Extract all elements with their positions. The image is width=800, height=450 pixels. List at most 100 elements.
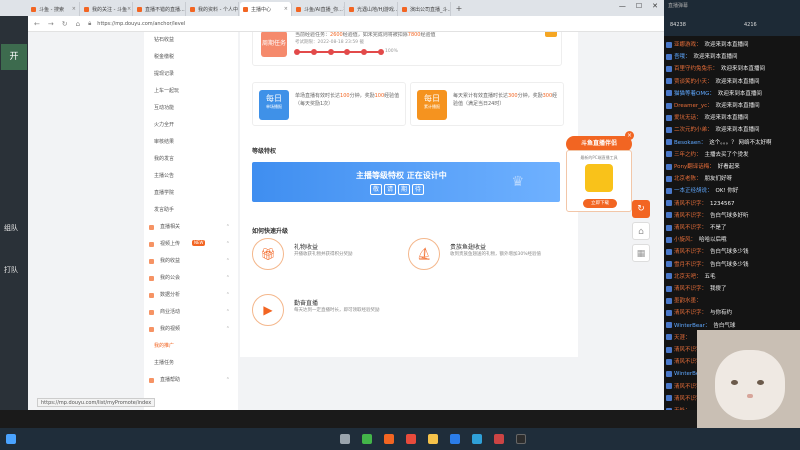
chat-nickname[interactable]: Dreamer_yc： <box>674 103 713 109</box>
sidebar-item[interactable]: 我的收益 ⌃ <box>144 253 238 270</box>
qrcode-icon[interactable]: ▦ <box>632 244 650 262</box>
sidebar-item[interactable]: 发言助手 <box>144 202 238 219</box>
tab-close-icon[interactable]: × <box>185 6 186 12</box>
chat-nickname[interactable]: 吾哦： <box>674 54 691 60</box>
daily-single-desc: 单场直播有效时长达100分钟，奖励100经验值（每天奖励1次） <box>295 93 400 107</box>
home-side-icon[interactable]: ⌂ <box>632 222 650 240</box>
main-panel: 周期任务 当前经验任务：2600经验值，如未完成则将被扣除7800经验值 考试期… <box>240 32 578 357</box>
chat-nickname[interactable]: 小旋风： <box>674 237 696 243</box>
new-tab-icon[interactable]: + <box>452 4 466 13</box>
sidebar-item[interactable]: 直播相关 ⌃ <box>144 219 238 236</box>
live-companion-ad[interactable]: 斗鱼直播伴侣 最新的PC端直播工具 立即下载 × <box>566 131 634 218</box>
chat-nickname[interactable]: 清风不识字： <box>674 286 707 292</box>
chat-message: 清风不识字： 我傻了 <box>666 284 798 294</box>
minimize-icon[interactable]: — <box>619 2 626 10</box>
browser-tab[interactable]: 光遇山地/HJ游戏... × <box>346 2 398 16</box>
sidebar-item[interactable]: 我的推广 <box>144 338 238 355</box>
close-icon[interactable]: ✕ <box>652 2 658 10</box>
browser-tab[interactable]: 我的资料 - 个人中心 × <box>187 2 239 16</box>
browser-tab[interactable]: 直播不错的直播...× <box>134 2 186 16</box>
sidebar-item[interactable]: 火力全开 <box>144 117 238 134</box>
download-button[interactable]: 立即下载 <box>583 199 617 208</box>
close-icon[interactable]: × <box>625 131 634 140</box>
sidebar-item[interactable]: 视频上传 NEW ⌃ <box>144 236 238 253</box>
folder-icon[interactable] <box>428 434 438 444</box>
chat-nickname[interactable]: 北京老陈： <box>674 176 702 182</box>
chat-nickname[interactable]: 清风不识字： <box>674 213 707 219</box>
sidebar-item[interactable]: 主播公告 <box>144 168 238 185</box>
feature-title: 贵族鱼翅收益 <box>450 244 487 251</box>
chat-nickname[interactable]: 爱坑无话： <box>674 115 702 121</box>
browser-tab-bar: 斗鱼 - 搜索×我的关注 - 斗鱼×直播不错的直播...×我的资料 - 个人中心… <box>28 0 664 16</box>
chat-nickname[interactable]: 亚娜游戏： <box>674 42 702 48</box>
taskbar-app-icon[interactable] <box>406 434 416 444</box>
start-icon[interactable] <box>6 434 16 444</box>
chat-text: 五毛 <box>704 273 716 280</box>
sidebar-item[interactable]: 审核结果 <box>144 134 238 151</box>
chat-nickname[interactable]: 天外： <box>674 408 691 410</box>
douyu-icon[interactable] <box>384 434 394 444</box>
chat-nickname[interactable]: Pony翻译话梅： <box>674 164 715 170</box>
sidebar-item[interactable]: 提现记录 <box>144 66 238 83</box>
sidebar-item[interactable]: 上车一起玩 <box>144 83 238 100</box>
taskbar-app-icon[interactable] <box>340 434 350 444</box>
chat-nickname[interactable]: 百里守约兔兔乐： <box>674 66 718 72</box>
progress-dot <box>361 49 368 55</box>
sidebar-item[interactable]: 商业活动 ⌃ <box>144 304 238 321</box>
feedback-icon[interactable]: ↻ <box>632 200 650 218</box>
chat-nickname[interactable]: WinterBear： <box>674 323 710 329</box>
sidebar-item[interactable]: 直播帮助 ⌃ <box>144 372 238 389</box>
ad-body: 最新的PC端直播工具 立即下载 <box>566 150 632 212</box>
tab-close-icon[interactable]: × <box>72 6 76 12</box>
back-icon[interactable]: ← <box>34 20 40 28</box>
maximize-icon[interactable]: ☐ <box>636 2 642 10</box>
tab-close-icon[interactable]: × <box>284 6 288 12</box>
refresh-icon[interactable]: ↻ <box>62 20 68 28</box>
browser-tab[interactable]: 演出公司直播_斗...× <box>399 2 451 16</box>
periodic-task-card: 周期任务 当前经验任务：2600经验值，如未完成则将被扣除7800经验值 考试期… <box>252 32 562 66</box>
sidebar-item[interactable]: 数据分析 ⌃ <box>144 287 238 304</box>
chat-nickname[interactable]: Besokaen： <box>674 140 706 146</box>
taskbar-app-icon[interactable] <box>450 434 460 444</box>
chat-nickname[interactable]: 墨韵水墨： <box>674 298 702 304</box>
taskbar-app-icon[interactable] <box>494 434 504 444</box>
sidebar-item[interactable]: 主播任务 <box>144 355 238 372</box>
sidebar-item[interactable]: 我的视频 ⌃ <box>144 321 238 338</box>
browser-tab[interactable]: 斗鱼 - 搜索 × <box>28 2 80 16</box>
forward-icon[interactable]: → <box>48 20 54 28</box>
sidebar-item[interactable]: 互动功能 <box>144 100 238 117</box>
sidebar-item[interactable]: 我的发言 <box>144 151 238 168</box>
tab-close-icon[interactable]: × <box>127 6 131 12</box>
chat-nickname[interactable]: 贾谈笑的小天： <box>674 79 713 85</box>
chat-nickname[interactable]: 天涯： <box>674 335 691 341</box>
chat-nickname[interactable]: 二次元的小弟： <box>674 127 713 133</box>
home-icon[interactable]: ⌂ <box>76 20 80 28</box>
browser-tab[interactable]: 我的关注 - 斗鱼 × <box>81 2 133 16</box>
browser-tab[interactable]: 主播中心 × <box>240 2 292 16</box>
chat-nickname[interactable]: 清风不识字： <box>674 201 707 207</box>
edge-icon[interactable] <box>472 434 482 444</box>
chat-nickname[interactable]: 清风不识字： <box>674 310 707 316</box>
chat-nickname[interactable]: 一本正经胡说： <box>674 188 713 194</box>
sidebar-item[interactable]: 直播学院 <box>144 185 238 202</box>
tab-label: 光遇山地/HJ游戏... <box>357 6 398 13</box>
banner-char: 待 <box>412 184 424 195</box>
chat-nickname[interactable]: 雪月不识字： <box>674 262 707 268</box>
play-icon: ▶ <box>252 294 284 326</box>
sidebar-item[interactable]: 我的公会 ⌃ <box>144 270 238 287</box>
feature-diligent: ▶ 勤奋直播 每天达到一定直播时长，即可领取经验奖励 <box>252 294 402 334</box>
chat-nickname[interactable]: 清风不识字： <box>674 225 707 231</box>
browser-tab[interactable]: 斗鱼/AI直播_你...× <box>293 2 345 16</box>
menu-group-icon <box>149 225 154 230</box>
chat-nickname[interactable]: 猫猫等着OMG： <box>674 91 715 97</box>
sidebar-item[interactable]: 钻石收益 <box>144 32 238 49</box>
wechat-icon[interactable] <box>362 434 372 444</box>
obs-icon[interactable] <box>516 434 526 444</box>
privilege-heading: 等级特权 <box>252 148 277 155</box>
url-field[interactable]: https://mp.douyu.com/anchor/level <box>97 21 185 27</box>
chat-nickname[interactable]: 清风不识字： <box>674 249 707 255</box>
tab-close-icon[interactable]: × <box>343 6 344 12</box>
chat-nickname[interactable]: 北京天吧： <box>674 274 702 280</box>
sidebar-item[interactable]: 税金缴税 <box>144 49 238 66</box>
chat-nickname[interactable]: 三年之约： <box>674 152 702 158</box>
